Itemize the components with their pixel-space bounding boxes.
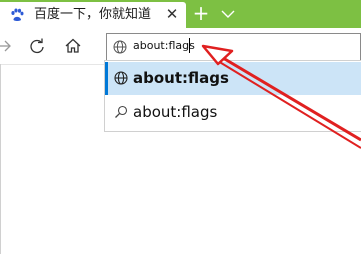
annotation-arrow-icon <box>201 44 361 149</box>
